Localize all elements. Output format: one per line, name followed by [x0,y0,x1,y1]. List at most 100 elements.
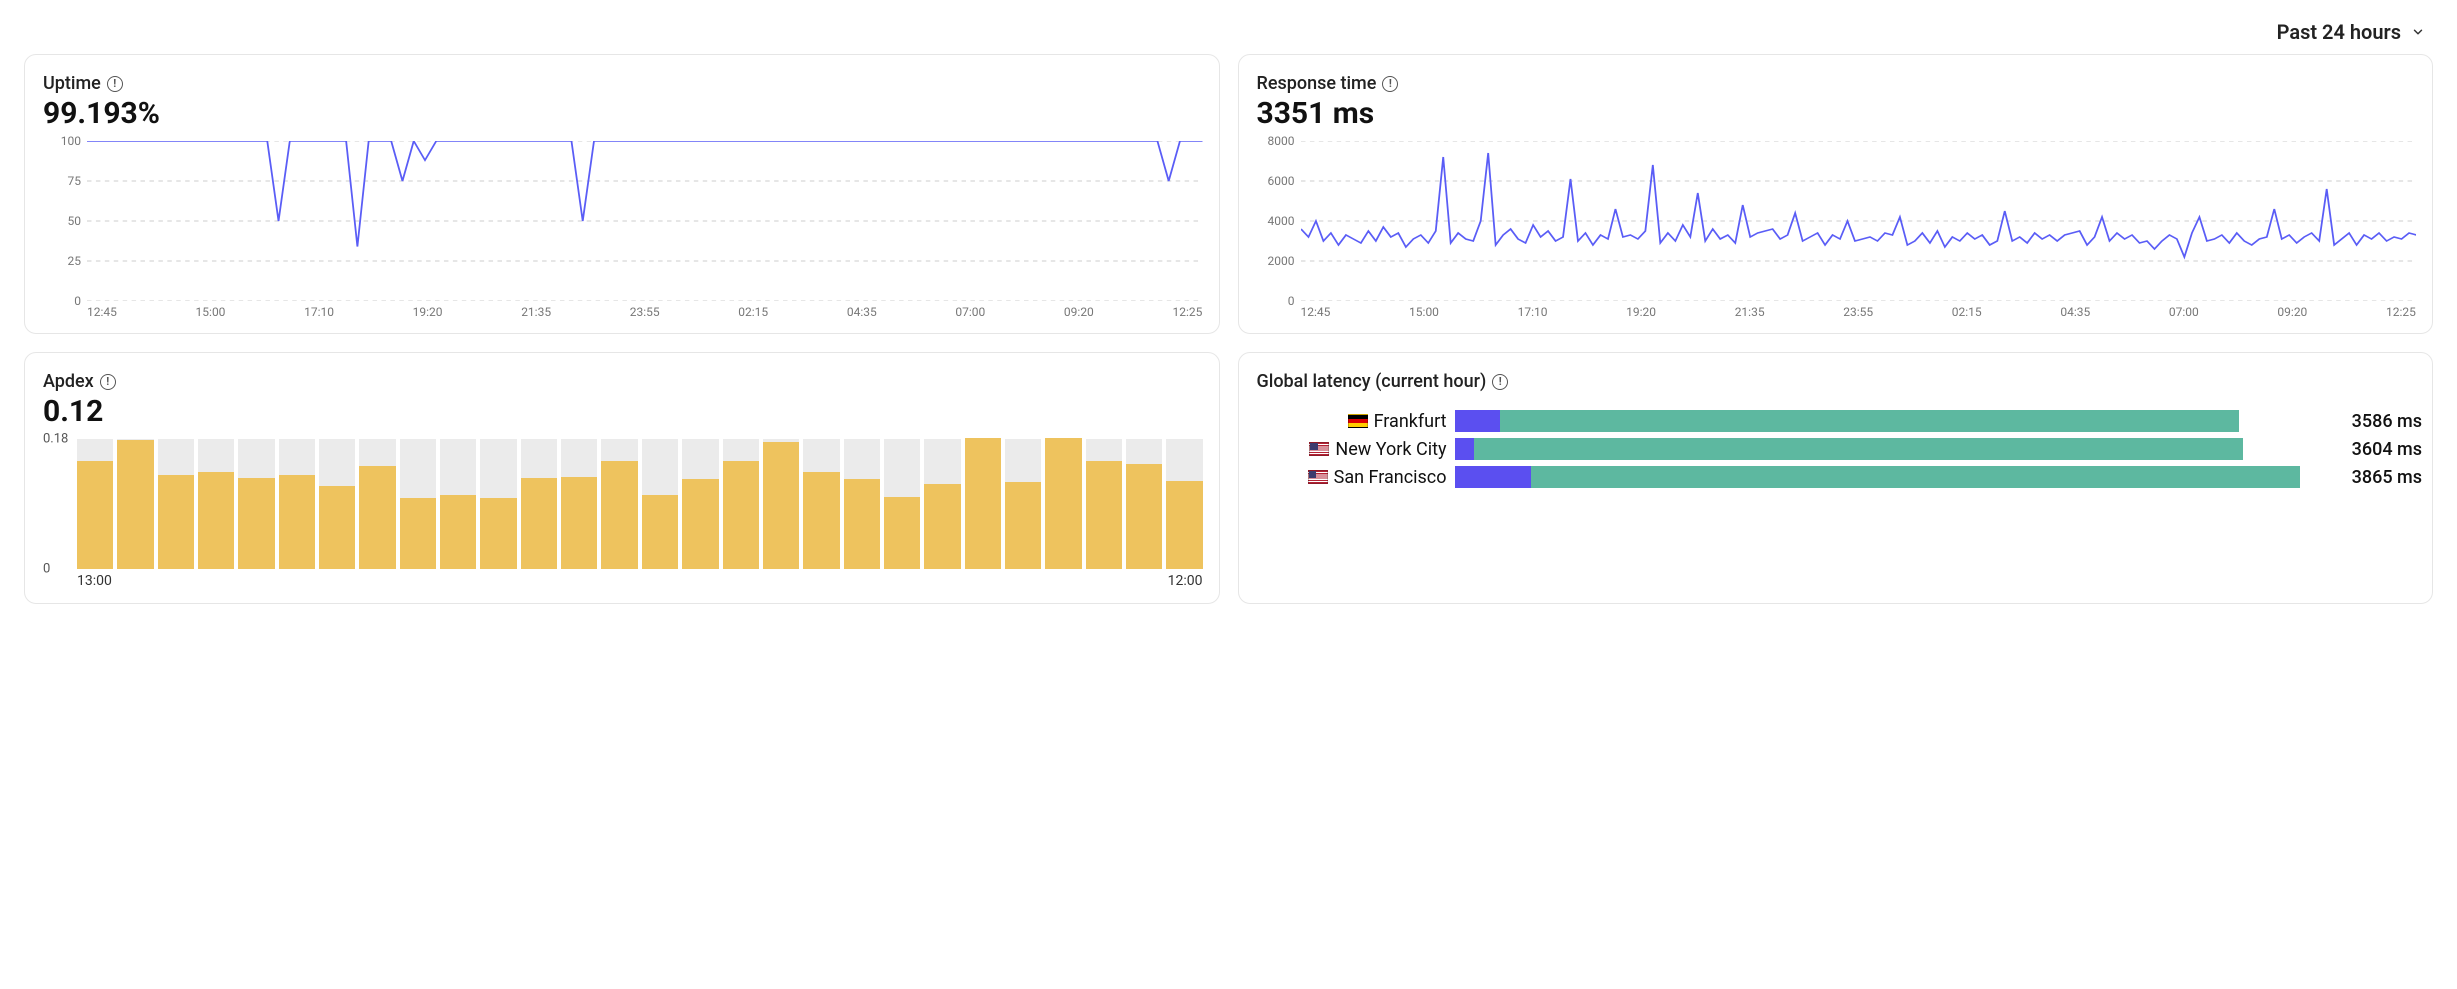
apdex-bar [359,466,395,569]
chevron-down-icon [2411,25,2425,39]
apdex-bar-col [1086,439,1122,569]
apdex-bar [1045,438,1081,569]
apdex-y-bottom: 0 [43,562,50,577]
latency-value: 3604 ms [2338,439,2422,460]
apdex-bar-col [117,439,153,569]
apdex-bar-col [682,439,718,569]
apdex-bar [279,475,315,569]
x-tick-label: 09:20 [2277,305,2307,319]
time-range-select[interactable]: Past 24 hours [2277,20,2425,44]
apdex-bar [198,472,234,570]
apdex-bar [763,442,799,569]
apdex-bar [77,461,113,569]
apdex-bar-col [359,439,395,569]
apdex-bar-col [480,439,516,569]
latency-list: Frankfurt3586 ms New York City 3604 ms San … [1257,410,2423,488]
uptime-chart: 0255075100 [43,141,1209,301]
response-value: 3351 ms [1257,96,2423,131]
latency-segment [1455,466,1532,488]
apdex-bar [924,484,960,569]
info-icon[interactable] [1492,374,1508,390]
info-icon[interactable] [100,374,116,390]
apdex-bar-col [642,439,678,569]
apdex-bar-col [440,439,476,569]
x-tick-label: 07:00 [2169,305,2199,319]
y-tick-label: 25 [68,254,82,268]
y-tick-label: 100 [61,134,81,148]
apdex-chart: 0.18 0 [77,439,1203,569]
latency-value: 3586 ms [2338,411,2422,432]
latency-bar [1455,466,2331,488]
apdex-bar [1005,482,1041,569]
apdex-bar-col [924,439,960,569]
apdex-bar [561,477,597,569]
uptime-title: Uptime [43,73,101,94]
apdex-title: Apdex [43,371,94,392]
apdex-bar-col [1005,439,1041,569]
apdex-y-top: 0.18 [43,432,68,447]
apdex-bar [400,498,436,569]
y-tick-label: 0 [1288,294,1295,308]
x-tick-label: 02:15 [1952,305,1982,319]
x-tick-label: 23:55 [1843,305,1873,319]
apdex-card: Apdex 0.12 0.18 0 13:00 12:00 [24,352,1220,604]
x-tick-label: 17:10 [1518,305,1548,319]
latency-segment [1500,410,2239,432]
x-tick-label: 12:25 [1172,305,1202,319]
x-tick-label: 12:45 [1301,305,1331,319]
apdex-bar-col [521,439,557,569]
apdex-value: 0.12 [43,394,1209,429]
y-tick-label: 4000 [1268,214,1295,228]
apdex-bar [440,495,476,569]
x-tick-label: 19:20 [1626,305,1656,319]
x-tick-label: 12:45 [87,305,117,319]
latency-row: Frankfurt3586 ms [1257,410,2423,432]
x-tick-label: 21:35 [1735,305,1765,319]
apdex-bar [238,478,274,569]
apdex-bar-col [279,439,315,569]
apdex-bar-col [803,439,839,569]
apdex-x-left: 13:00 [77,573,112,589]
apdex-bar-col [77,439,113,569]
latency-title: Global latency (current hour) [1257,371,1487,392]
uptime-value: 99.193% [43,96,1209,131]
apdex-bar-col [763,439,799,569]
uptime-card: Uptime 99.193% 0255075100 12:4515:0017:1… [24,54,1220,334]
apdex-bar [601,461,637,569]
latency-segment [1455,438,1475,460]
latency-row: New York City 3604 ms [1257,438,2423,460]
apdex-bar-col [844,439,880,569]
flag-icon [1348,414,1368,428]
x-tick-label: 21:35 [521,305,551,319]
apdex-bar [480,498,516,569]
latency-row: San Francisco3865 ms [1257,466,2423,488]
apdex-bar-col [723,439,759,569]
y-tick-label: 50 [68,214,82,228]
latency-segment [1474,438,2243,460]
x-tick-label: 02:15 [738,305,768,319]
apdex-bar-col [965,439,1001,569]
info-icon[interactable] [107,76,123,92]
response-chart: 02000400060008000 [1257,141,2423,301]
latency-segment [1531,466,2300,488]
apdex-bar [521,478,557,569]
apdex-bar [642,495,678,569]
time-range-label: Past 24 hours [2277,20,2401,44]
info-icon[interactable] [1382,76,1398,92]
apdex-bar [1126,464,1162,569]
y-tick-label: 2000 [1268,254,1295,268]
apdex-bar [803,472,839,570]
latency-bar [1455,438,2331,460]
apdex-bar [319,486,355,569]
apdex-bar [965,438,1001,569]
response-title: Response time [1257,73,1377,94]
apdex-bar [117,440,153,569]
apdex-bar [158,475,194,569]
apdex-bar-col [319,439,355,569]
latency-location: New York City [1335,439,1446,460]
apdex-bar-col [561,439,597,569]
latency-location: San Francisco [1334,467,1447,488]
x-tick-label: 09:20 [1064,305,1094,319]
apdex-bar-col [400,439,436,569]
x-tick-label: 23:55 [630,305,660,319]
